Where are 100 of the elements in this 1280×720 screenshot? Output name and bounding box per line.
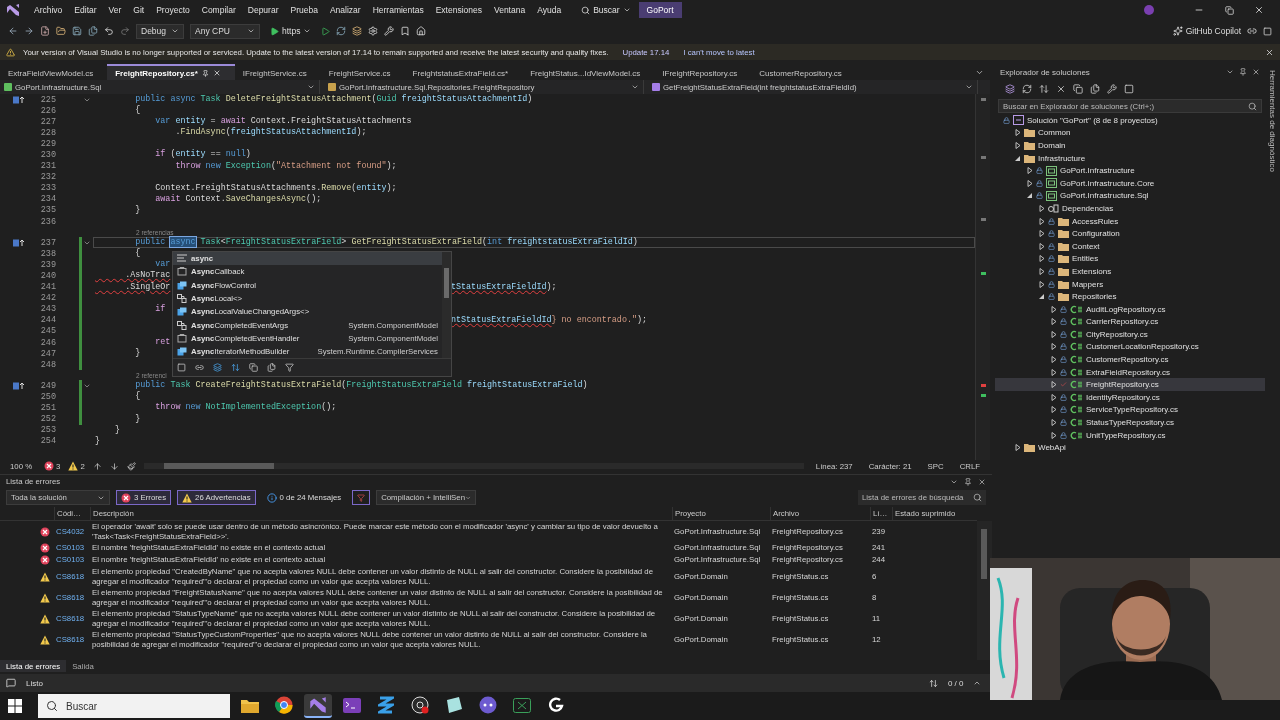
tree-item[interactable]: Domain <box>995 139 1265 152</box>
tree-item[interactable]: Repositories <box>995 290 1265 303</box>
platform-dropdown[interactable]: Any CPU <box>190 23 260 39</box>
tree-item[interactable]: Context <box>995 239 1265 253</box>
line-number: 229 <box>39 138 56 149</box>
menu-item[interactable]: Archivo <box>28 5 69 15</box>
editor-tab[interactable]: IFreightService.cs <box>234 64 321 80</box>
menu-item[interactable]: Editar <box>68 5 103 15</box>
line-number: 225 <box>39 94 56 105</box>
line-number: 234 <box>39 194 56 205</box>
menu-item[interactable]: Ver <box>102 5 128 15</box>
tree-item[interactable]: StatusTypeRepository.cs <box>995 416 1265 429</box>
tree-item[interactable]: CustomerLocationRepository.cs <box>995 340 1265 354</box>
editor-tab[interactable]: CustomerRepository.cs <box>751 64 856 80</box>
copilot-button[interactable]: GitHub Copilot <box>1172 26 1241 36</box>
line-number: 237 <box>39 237 56 248</box>
tree-item[interactable]: AuditLogRepository.cs <box>995 302 1265 316</box>
editor-tab[interactable]: IFreightRepository.cs <box>654 64 752 80</box>
line-number: 226 <box>39 105 56 116</box>
menu-item[interactable]: Herramientas <box>366 5 430 15</box>
tree-item[interactable]: GoPort.Infrastructure.Core <box>995 176 1265 190</box>
menu-item[interactable]: Proyecto <box>150 5 196 15</box>
editor-tab[interactable]: FreightRepository.cs* <box>107 64 235 80</box>
tree-item[interactable]: Solución "GoPort" (8 de 8 proyectos) <box>995 114 1265 127</box>
editor-tab[interactable]: FreightstatusExtraField.cs* <box>404 64 523 80</box>
panel-title: Explorador de soluciones <box>1000 67 1091 77</box>
line-number: 242 <box>39 293 56 304</box>
side-tab[interactable]: Herramientas de diagnóstico <box>1268 70 1277 172</box>
code-line: if <box>154 304 166 314</box>
tree-item[interactable]: CityRepository.cs <box>995 328 1265 341</box>
editor-tab[interactable]: FreightService.cs <box>320 64 405 80</box>
tree-item[interactable]: GoPort.Infrastructure <box>995 164 1265 177</box>
tree-item[interactable]: Dependencias <box>995 202 1265 215</box>
menu-item[interactable]: Analizar <box>323 5 367 15</box>
line-number: 253 <box>39 425 56 436</box>
line-number: 245 <box>39 326 56 337</box>
menu-item[interactable]: Depurar <box>241 5 285 15</box>
code-line: } <box>95 436 101 446</box>
menu-item[interactable]: Ayuda <box>531 5 568 15</box>
position-indicator[interactable]: 0 / 0 <box>943 678 968 688</box>
run-button[interactable]: https <box>266 26 316 36</box>
line-number: 250 <box>39 391 56 402</box>
code-line: tStatusExtraFieldId); <box>451 282 557 292</box>
tree-item[interactable]: CarrierRepository.cs <box>995 315 1265 329</box>
code-line: Context.FreightStatusAttachments.Remove(entity); <box>154 183 397 193</box>
tree-item[interactable]: Extensions <box>995 265 1265 278</box>
tree-item[interactable]: Common <box>995 126 1265 140</box>
editor-tab[interactable]: ExtraFieldViewModel.cs <box>0 64 108 80</box>
line-number: 247 <box>39 348 56 359</box>
tree-item[interactable]: WebApi <box>995 441 1265 455</box>
status-text: Listo <box>25 678 44 688</box>
line-number: 233 <box>39 183 56 194</box>
menu-item[interactable]: Compilar <box>195 5 242 15</box>
code-line: var <box>154 260 171 270</box>
code-line: throw new NotImplementedException(); <box>154 403 337 413</box>
code-line: } <box>114 425 121 435</box>
tree-item[interactable]: ExtraFieldRepository.cs <box>995 365 1265 379</box>
menu-item[interactable]: Extensiones <box>429 5 488 15</box>
menu-item[interactable]: Ventana <box>487 5 532 15</box>
line-number: 231 <box>39 161 56 172</box>
code-line: public Task CreateFreightStatusExtraField(FreightStatusExtraField freightStatusExtraField) <box>134 381 588 391</box>
line-number: 252 <box>39 414 56 425</box>
line-number: 240 <box>39 270 56 281</box>
code-line: { <box>134 249 141 259</box>
line-number: 236 <box>39 216 56 227</box>
tree-item[interactable]: CustomerRepository.cs <box>995 353 1265 366</box>
tree-item[interactable]: AccessRules <box>995 214 1265 228</box>
line-number: 241 <box>39 282 56 293</box>
line-number: 246 <box>39 337 56 348</box>
line-number: 254 <box>39 436 56 447</box>
configuration-dropdown[interactable]: Debug <box>136 23 184 39</box>
search-button[interactable]: Buscar <box>573 5 639 15</box>
tree-item[interactable]: GoPort.Infrastructure.Sql <box>995 189 1265 203</box>
tree-item[interactable]: ServiceTypeRepository.cs <box>995 403 1265 417</box>
line-number: 227 <box>39 116 56 127</box>
menu-item[interactable]: Git <box>127 5 151 15</box>
tree-item[interactable]: Infrastructure <box>995 151 1265 165</box>
code-line: var entity = await Context.FreightStatusAttachments <box>154 117 412 127</box>
code-line: throw new Exception("Attachment not found"); <box>174 161 397 171</box>
line-number: 244 <box>39 315 56 326</box>
line-number: 238 <box>39 248 56 259</box>
code-line: } <box>134 349 141 359</box>
menu-item[interactable]: Prueba <box>284 5 324 15</box>
code-line: public async Task<FreightStatusExtraField> GetFreightStatusExtraField(int freightstatusExtraFieldId) <box>134 238 638 248</box>
line-number: 248 <box>39 359 56 370</box>
tree-item[interactable]: FreightRepository.cs <box>995 378 1265 392</box>
line-number: 251 <box>39 403 56 413</box>
code-line: .FindAsync(freightStatusAttachmentId); <box>174 128 367 138</box>
tree-item[interactable]: Entities <box>995 252 1265 266</box>
tree-item[interactable]: Configuration <box>995 227 1265 240</box>
code-line: .AsNoTrac <box>124 271 171 281</box>
code-line: { <box>134 106 141 116</box>
tree-item[interactable]: IdentityRepository.cs <box>995 391 1265 404</box>
code-line: await Context.SaveChangesAsync(); <box>154 194 322 204</box>
line-number: 232 <box>39 172 56 183</box>
code-line: { <box>134 392 141 402</box>
search-field[interactable]: Buscar <box>38 694 230 718</box>
tree-item[interactable]: UnitTypeRepository.cs <box>995 428 1265 442</box>
tree-item[interactable]: Mappers <box>995 277 1265 291</box>
editor-tab[interactable]: FreightStatus...IdViewModel.cs <box>522 64 655 80</box>
